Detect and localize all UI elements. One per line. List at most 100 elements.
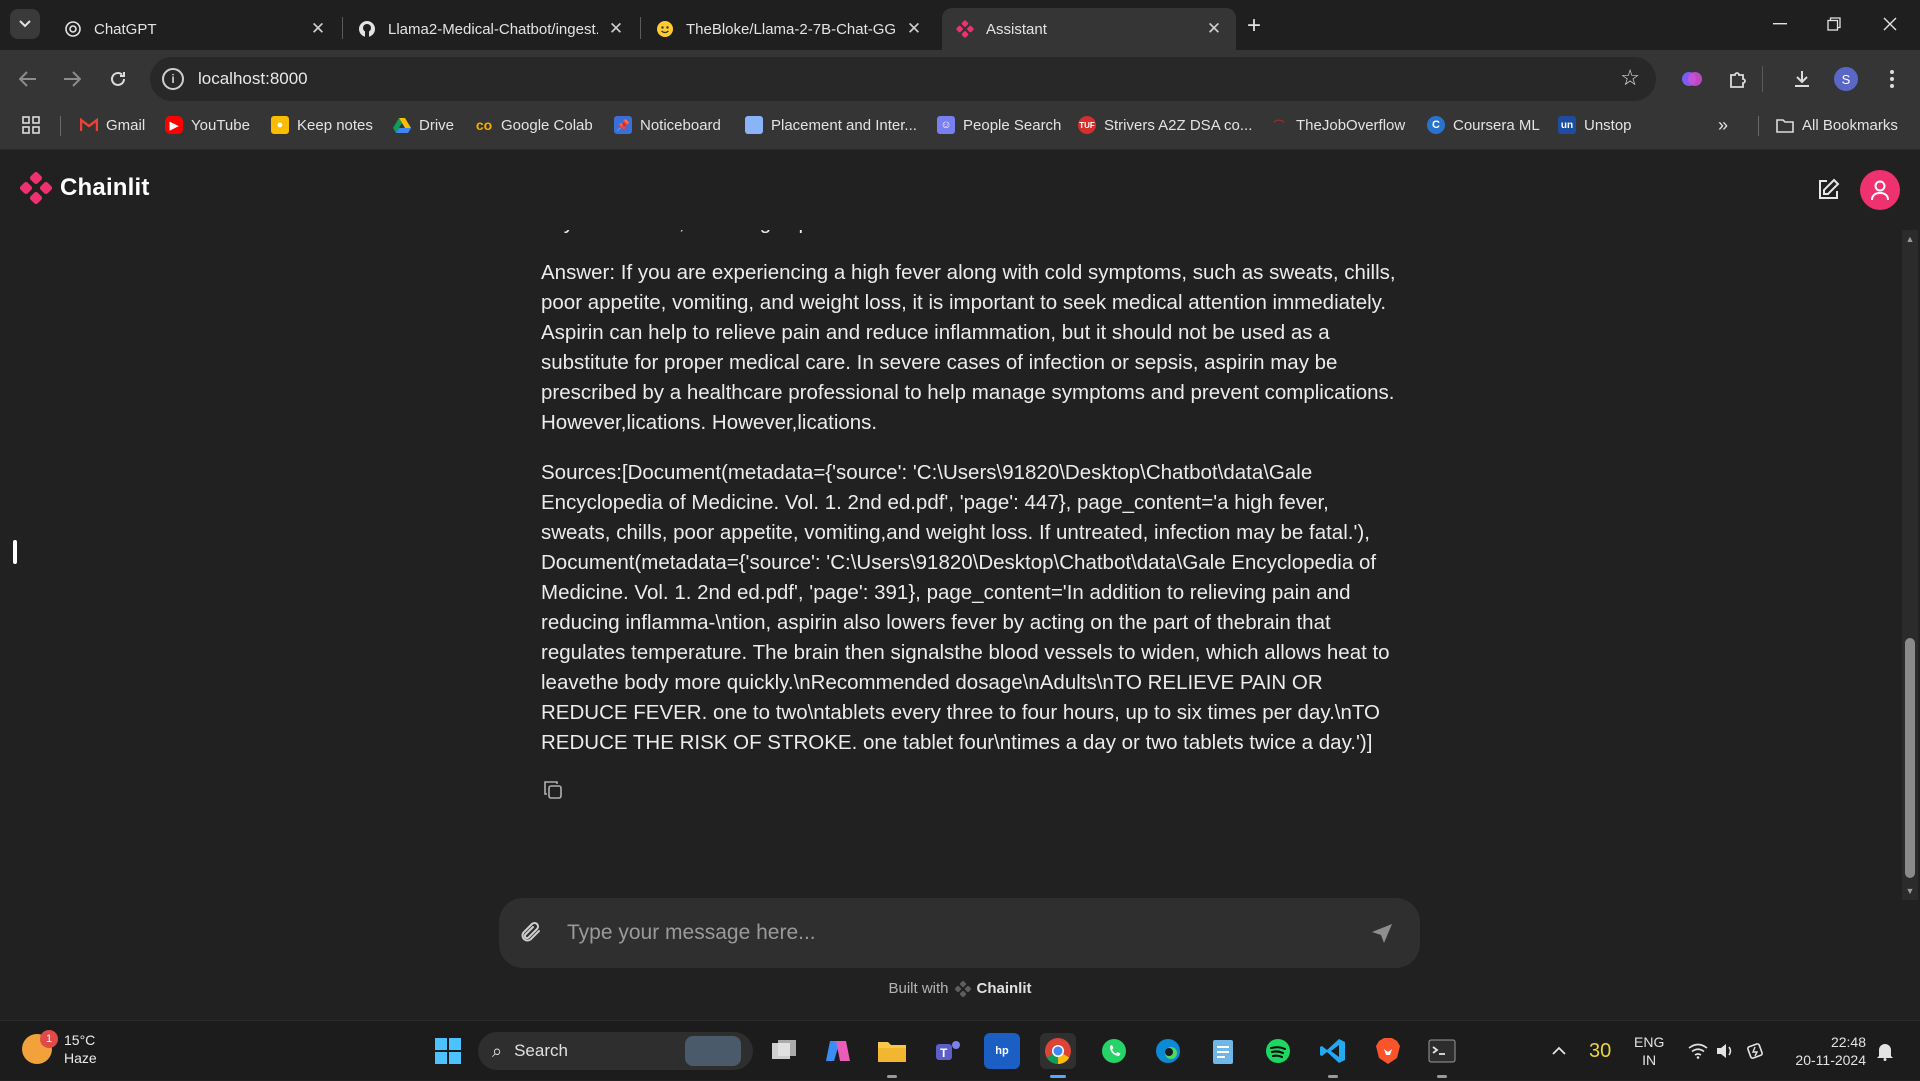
doc-icon bbox=[745, 116, 763, 134]
scroll-up-icon[interactable]: ▲ bbox=[1905, 234, 1915, 244]
notepad-icon bbox=[1213, 1040, 1233, 1064]
chainlit-logo-icon bbox=[19, 171, 53, 205]
close-tab-icon[interactable]: ✕ bbox=[1204, 19, 1224, 39]
chrome-app[interactable] bbox=[1040, 1033, 1076, 1078]
active-indicator bbox=[1050, 1075, 1066, 1078]
wifi-icon[interactable] bbox=[1688, 1021, 1708, 1081]
system-clock[interactable]: 22:48 20-11-2024 bbox=[1782, 1033, 1866, 1069]
weather-widget[interactable]: 1 15°C Haze bbox=[22, 1030, 97, 1067]
bookmark-youtube[interactable]: ▶ YouTube bbox=[165, 108, 250, 142]
close-tab-icon[interactable]: ✕ bbox=[606, 19, 626, 39]
built-with-name[interactable]: Chainlit bbox=[977, 980, 1032, 997]
tab-divider bbox=[342, 17, 343, 39]
paperclip-icon bbox=[521, 921, 540, 942]
downloads-icon[interactable] bbox=[1788, 65, 1816, 93]
tab-title: TheBloke/Llama-2-7B-Chat-GGML bbox=[686, 20, 896, 38]
back-button[interactable] bbox=[12, 63, 44, 95]
user-avatar[interactable] bbox=[1860, 170, 1900, 210]
close-tab-icon[interactable]: ✕ bbox=[308, 19, 328, 39]
taskbar-search[interactable]: ⌕ Search bbox=[478, 1032, 753, 1070]
extensions-puzzle-icon[interactable] bbox=[1724, 65, 1752, 93]
tab-chatgpt[interactable]: ChatGPT ✕ bbox=[50, 8, 340, 50]
tab-divider bbox=[640, 17, 641, 39]
bookmark-placement[interactable]: Placement and Inter... bbox=[745, 108, 917, 142]
sidebar-toggle-handle[interactable] bbox=[13, 540, 17, 564]
url-text[interactable]: localhost:8000 bbox=[198, 69, 308, 89]
all-bookmarks-button[interactable]: All Bookmarks bbox=[1776, 108, 1898, 142]
close-tab-icon[interactable]: ✕ bbox=[904, 19, 924, 39]
brave-app[interactable] bbox=[1370, 1033, 1406, 1069]
toolbar-divider bbox=[1762, 66, 1763, 92]
message-composer bbox=[499, 898, 1420, 968]
tray-overflow-chevron-icon[interactable] bbox=[1552, 1021, 1566, 1081]
bookmark-people-search[interactable]: ☺ People Search bbox=[937, 108, 1061, 142]
language-indicator[interactable]: ENG IN bbox=[1634, 1033, 1664, 1069]
close-window-button[interactable] bbox=[1860, 0, 1920, 48]
jobs-icon: ⌒ bbox=[1273, 120, 1285, 132]
file-explorer-app[interactable] bbox=[874, 1033, 910, 1078]
whatsapp-icon bbox=[1102, 1039, 1126, 1063]
profile-avatar[interactable]: S bbox=[1834, 67, 1858, 91]
notepad-app[interactable] bbox=[1205, 1033, 1241, 1069]
apps-grid-button[interactable] bbox=[22, 108, 40, 142]
start-button[interactable] bbox=[430, 1033, 466, 1069]
bookmark-gmail[interactable]: Gmail bbox=[80, 108, 145, 142]
new-chat-button[interactable] bbox=[1814, 176, 1842, 204]
teams-app[interactable]: T bbox=[930, 1033, 966, 1069]
edge-app[interactable] bbox=[1150, 1033, 1186, 1069]
chainlit-logo[interactable]: Chainlit bbox=[19, 171, 150, 205]
extension-brain-icon[interactable] bbox=[1678, 65, 1706, 93]
unstop-icon: un bbox=[1558, 116, 1576, 134]
send-icon bbox=[1372, 924, 1392, 943]
bookmark-label: People Search bbox=[963, 116, 1062, 134]
site-info-icon[interactable]: i bbox=[162, 68, 184, 90]
tab-huggingface[interactable]: TheBloke/Llama-2-7B-Chat-GGML ✕ bbox=[642, 8, 936, 50]
chainlit-small-icon bbox=[954, 980, 971, 997]
tab-github[interactable]: Llama2-Medical-Chatbot/ingest.py ✕ bbox=[344, 8, 638, 50]
tray-app-number[interactable]: 30 bbox=[1589, 1021, 1611, 1081]
volume-icon[interactable] bbox=[1716, 1021, 1736, 1081]
whatsapp-app[interactable] bbox=[1096, 1033, 1132, 1069]
reload-button[interactable] bbox=[102, 63, 134, 95]
huggingface-icon bbox=[656, 20, 674, 38]
minimize-button[interactable] bbox=[1750, 0, 1810, 48]
scrollbar-thumb[interactable] bbox=[1905, 638, 1915, 878]
vscode-app[interactable] bbox=[1315, 1033, 1351, 1078]
forward-button[interactable] bbox=[56, 63, 88, 95]
weather-haze-icon: 1 bbox=[22, 1030, 58, 1064]
message-scrollbar[interactable]: ▲ ▼ bbox=[1902, 230, 1918, 900]
notifications-bell-icon[interactable] bbox=[1876, 1021, 1894, 1081]
battery-icon[interactable] bbox=[1746, 1021, 1766, 1081]
message-input[interactable] bbox=[567, 912, 1327, 954]
edit-icon bbox=[1819, 178, 1840, 199]
bookmarks-divider bbox=[1758, 116, 1759, 136]
bookmark-coursera-ml[interactable]: C Coursera ML bbox=[1427, 108, 1540, 142]
bookmark-label: YouTube bbox=[191, 116, 250, 134]
more-bookmarks-chevron-icon[interactable]: » bbox=[1718, 108, 1728, 142]
copilot-app[interactable] bbox=[820, 1033, 856, 1069]
attach-file-button[interactable] bbox=[517, 918, 547, 948]
spotify-app[interactable] bbox=[1260, 1033, 1296, 1069]
restore-button[interactable] bbox=[1804, 0, 1864, 48]
bookmark-google-colab[interactable]: co Google Colab bbox=[475, 108, 593, 142]
bookmark-label: Unstop bbox=[1584, 116, 1632, 134]
copy-message-button[interactable] bbox=[541, 778, 565, 802]
scroll-down-icon[interactable]: ▼ bbox=[1905, 886, 1915, 896]
browser-menu-icon[interactable] bbox=[1878, 65, 1906, 93]
taskview-app[interactable] bbox=[766, 1033, 802, 1069]
bookmark-keep-notes[interactable]: ● Keep notes bbox=[271, 108, 373, 142]
myhp-app[interactable]: hp bbox=[984, 1033, 1020, 1069]
bookmark-strivers[interactable]: TUF Strivers A2Z DSA co... bbox=[1078, 108, 1252, 142]
tab-assistant[interactable]: Assistant ✕ bbox=[942, 8, 1236, 50]
bookmark-noticeboard[interactable]: 📌 Noticeboard bbox=[614, 108, 721, 142]
bookmark-drive[interactable]: Drive bbox=[393, 108, 454, 142]
tuf-icon: TUF bbox=[1078, 116, 1096, 134]
send-button[interactable] bbox=[1369, 920, 1395, 946]
bookmark-unstop[interactable]: un Unstop bbox=[1558, 108, 1632, 142]
bookmark-thejoboverflow[interactable]: ⌒ TheJobOverflow bbox=[1270, 108, 1406, 142]
new-tab-button[interactable]: + bbox=[1240, 12, 1268, 40]
tab-search-button[interactable] bbox=[10, 9, 40, 39]
address-bar[interactable]: i localhost:8000 ☆ bbox=[150, 57, 1656, 101]
bookmark-star-icon[interactable]: ☆ bbox=[1620, 67, 1640, 89]
terminal-app[interactable] bbox=[1424, 1033, 1460, 1078]
